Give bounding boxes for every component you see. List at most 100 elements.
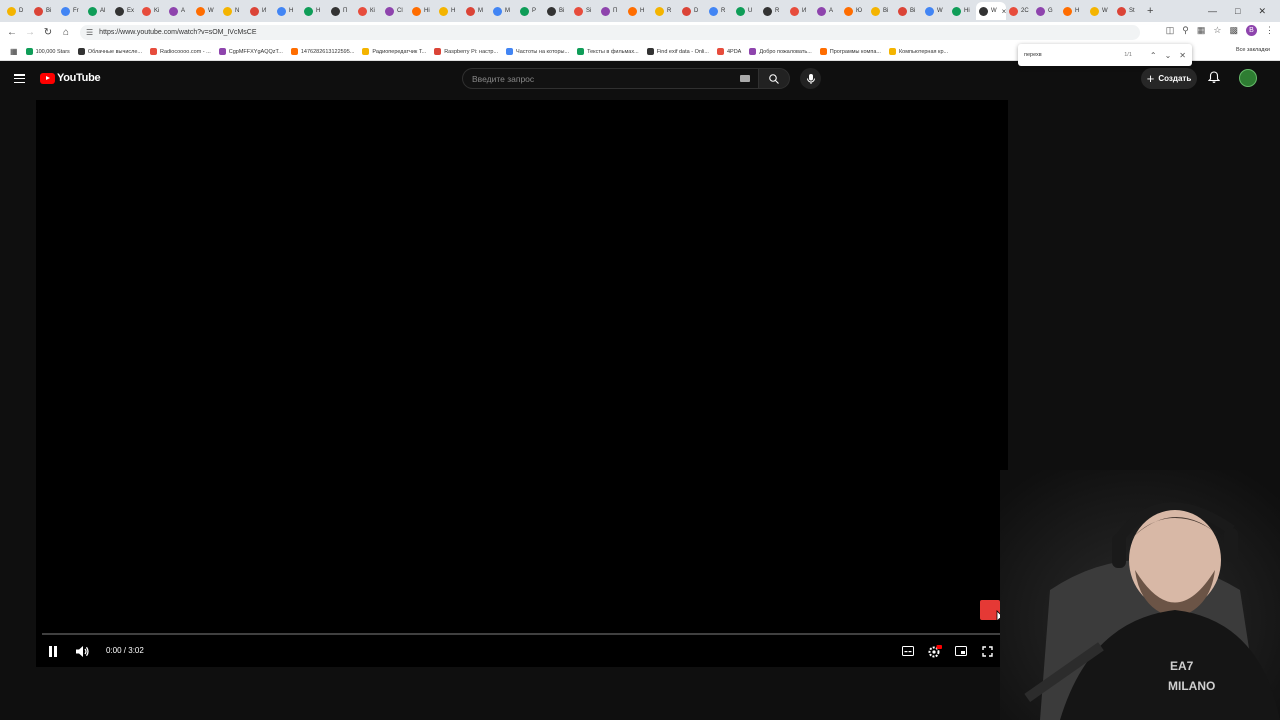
browser-tab[interactable]: R [706,2,733,20]
browser-tab[interactable]: W × [976,2,1006,20]
find-input[interactable]: перехв [1024,52,1042,58]
browser-tab[interactable]: Ні [409,2,436,20]
browser-tab[interactable]: Н [1060,2,1087,20]
search-button[interactable] [758,68,790,89]
forward-icon[interactable]: → [21,27,39,38]
address-bar[interactable]: ☰ https://www.youtube.com/watch?v=sOM_IV… [80,25,1140,40]
browser-tab[interactable]: Bi [31,2,58,20]
browser-tab[interactable]: А [814,2,841,20]
browser-tab[interactable]: Ki [139,2,166,20]
browser-tab[interactable]: Ві [868,2,895,20]
profile-avatar[interactable]: B [1246,25,1257,36]
browser-tab[interactable]: Ex [112,2,139,20]
find-next-icon[interactable]: ⌄ [1165,51,1172,60]
browser-tab[interactable]: N [220,2,247,20]
menu-dots-icon[interactable]: ⋮ [1265,25,1274,36]
bookmark-item[interactable]: Программы компа... [816,48,885,55]
home-icon[interactable]: ⌂ [57,27,75,38]
bookmark-item[interactable]: Тексты в фильмах... [573,48,643,55]
fullscreen-button[interactable] [980,644,994,658]
subtitles-button[interactable] [901,644,915,658]
bookmark-item[interactable]: Find exif data - Onli... [643,48,713,55]
bookmark-star-icon[interactable]: ☆ [1213,25,1221,36]
browser-tab[interactable]: R [760,2,787,20]
browser-tab[interactable]: П [598,2,625,20]
voice-search-button[interactable] [800,68,821,89]
search-icon [769,73,779,84]
bookmark-item[interactable]: 4PDA [713,48,745,55]
browser-tab[interactable]: St [1114,2,1141,20]
keyboard-icon[interactable] [740,75,750,82]
browser-tab[interactable]: Вi [544,2,571,20]
browser-tab[interactable]: W [922,2,949,20]
bookmark-item[interactable]: Radiocoooo.com - ... [146,48,215,55]
browser-tab[interactable]: Н [625,2,652,20]
browser-tab[interactable]: Н [436,2,463,20]
browser-tab[interactable]: D [679,2,706,20]
video-player[interactable]: 0:00 / 3:02 [36,100,1008,667]
bookmark-item[interactable]: CgpMFFXYgAQQzT... [215,48,287,55]
site-info-icon[interactable]: ☰ [86,28,93,37]
create-button[interactable]: + Создать [1141,68,1197,89]
extensions-icon[interactable]: ▩ [1229,25,1238,36]
close-window-icon[interactable]: ✕ [1258,6,1266,17]
browser-tab[interactable]: Р [517,2,544,20]
browser-tab[interactable]: М [463,2,490,20]
all-bookmarks-link[interactable]: Все закладки [1236,47,1270,53]
browser-tab[interactable]: W [1087,2,1114,20]
bookmark-item[interactable]: Raspberry Pi: настр... [430,48,502,55]
apps-grid-icon[interactable]: ▦ [6,47,22,56]
zoom-icon[interactable]: ⚲ [1182,25,1189,36]
browser-tab[interactable]: И [247,2,274,20]
browser-tab[interactable]: Ю [841,2,868,20]
user-avatar[interactable] [1239,69,1257,87]
browser-tab[interactable]: R [652,2,679,20]
browser-tab[interactable]: Н [274,2,301,20]
find-prev-icon[interactable]: ⌃ [1150,51,1157,60]
reload-icon[interactable]: ↻ [39,27,57,38]
browser-tab[interactable]: 2С [1006,2,1033,20]
bookmark-item[interactable]: Частоты на которы... [502,48,573,55]
browser-tab[interactable]: Al [85,2,112,20]
reader-mode-icon[interactable]: ▦ [1197,25,1206,36]
tab-label: П [343,8,348,14]
search-input[interactable]: Введите запрос [462,68,758,89]
cast-icon[interactable]: ◫ [1166,25,1175,36]
bookmark-item[interactable]: Радиопередатчик Т... [358,48,430,55]
browser-tab[interactable]: Fr [58,2,85,20]
browser-tab[interactable]: Сl [382,2,409,20]
new-tab-icon[interactable]: + [1147,5,1153,17]
notifications-bell-icon[interactable] [1207,71,1221,89]
browser-tab[interactable]: U [733,2,760,20]
bookmark-item[interactable]: Добро пожаловать... [745,48,815,55]
back-icon[interactable]: ← [3,27,21,38]
browser-tab[interactable]: И [787,2,814,20]
browser-tab[interactable]: G [1033,2,1060,20]
pause-button[interactable] [47,644,59,658]
browser-tab[interactable]: Н [301,2,328,20]
maximize-icon[interactable]: □ [1235,6,1240,16]
tab-label: R [721,8,726,14]
browser-tab[interactable]: Ні [949,2,976,20]
bookmark-item[interactable]: Компьютерная кр... [885,48,952,55]
hamburger-menu-icon[interactable] [14,74,25,83]
browser-tab[interactable]: D [4,2,31,20]
bookmark-item[interactable]: Облачные вычисле... [74,48,146,55]
browser-tab[interactable]: Ві [895,2,922,20]
browser-tab[interactable]: П [328,2,355,20]
browser-tab[interactable]: М [490,2,517,20]
bookmark-item[interactable]: 1476282613122595... [287,48,359,55]
bookmark-item[interactable]: 100,000 Stars [22,48,74,55]
browser-tab[interactable]: Si [571,2,598,20]
browser-tab[interactable]: Кі [355,2,382,20]
browser-tab[interactable]: A [166,2,193,20]
miniplayer-button[interactable] [954,644,968,658]
settings-button[interactable] [927,644,943,658]
tab-favicon-icon [88,6,97,16]
find-close-icon[interactable]: ✕ [1179,51,1186,60]
youtube-logo[interactable]: YouTube [40,72,101,84]
browser-tab[interactable]: W [193,2,220,20]
progress-bar[interactable] [42,633,1002,635]
minimize-icon[interactable]: — [1208,6,1217,16]
volume-button[interactable] [75,644,89,658]
